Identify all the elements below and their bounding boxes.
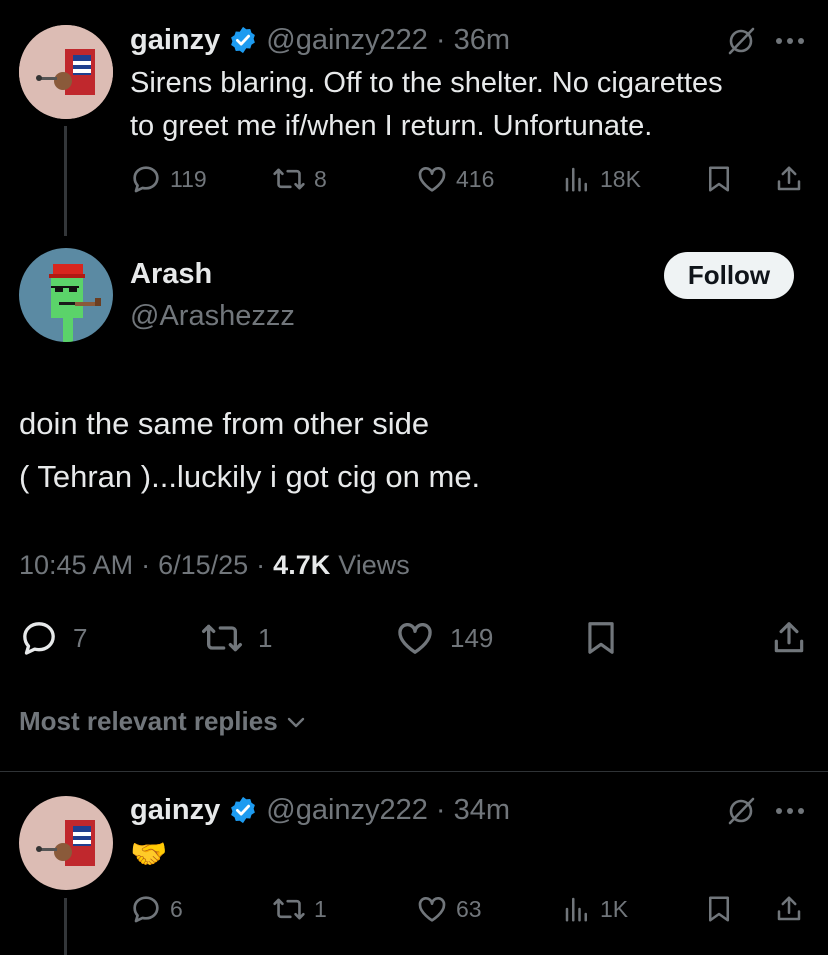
like-icon	[398, 622, 432, 654]
retweet-icon	[273, 898, 305, 920]
tweet1-like-button[interactable]: 416	[416, 163, 494, 195]
main-retweet-button[interactable]: 1	[200, 618, 272, 658]
tweet1-retweet-count: 8	[314, 165, 327, 192]
main-text-line1: doin the same from other side	[19, 406, 430, 441]
tweet1-timestamp[interactable]: 36m	[454, 24, 510, 57]
share-icon[interactable]	[774, 163, 804, 195]
main-date[interactable]: 6/15/25	[158, 550, 248, 581]
bookmark-icon[interactable]	[704, 163, 734, 195]
grok-icon[interactable]	[726, 26, 756, 56]
main-tweet-meta: 10:45 AM · 6/15/25 · 4.7K Views	[19, 550, 410, 581]
reply1-timestamp[interactable]: 34m	[454, 794, 510, 827]
reply1-emoji: 🤝	[130, 838, 168, 871]
reply-thread-line	[64, 898, 67, 955]
tweet1-handle[interactable]: @gainzy222	[266, 24, 428, 57]
tweet1-reply-count: 119	[170, 165, 207, 192]
tweet1-reply-button[interactable]: 119	[130, 163, 207, 195]
main-author-name[interactable]: Arash	[130, 258, 212, 291]
tweet1-text-line1: Sirens blaring. Off to the shelter. No c…	[130, 67, 723, 99]
share-icon[interactable]	[770, 618, 808, 658]
verified-badge-icon	[231, 796, 256, 824]
main-meta-sep1: ·	[141, 550, 151, 580]
retweet-icon	[202, 624, 242, 652]
sort-replies-label: Most relevant replies	[19, 706, 278, 736]
main-retweet-count: 1	[258, 622, 273, 653]
main-like-count: 149	[450, 622, 494, 653]
tweet1-separator: ·	[435, 23, 446, 56]
reply-gainzy-avatar[interactable]	[19, 796, 113, 890]
more-icon[interactable]	[774, 806, 806, 816]
reply1-handle[interactable]: @gainzy222	[266, 794, 428, 827]
section-divider	[0, 771, 828, 772]
tweet1-views-button[interactable]: 18K	[562, 163, 641, 195]
main-time[interactable]: 10:45 AM	[19, 550, 133, 581]
share-icon[interactable]	[774, 893, 804, 925]
tweet1-views-count: 18K	[600, 165, 641, 192]
grok-icon[interactable]	[726, 796, 756, 826]
tweet1-text: Sirens blaring. Off to the shelter. No c…	[130, 62, 820, 148]
reply1-header: gainzy @gainzy222 · 34m	[130, 790, 510, 830]
main-views-label[interactable]: Views	[338, 550, 410, 581]
retweet-icon	[273, 168, 305, 190]
reply1-views-button[interactable]: 1K	[562, 893, 628, 925]
reply1-retweet-count: 1	[314, 895, 327, 922]
reply1-reply-button[interactable]: 6	[130, 893, 183, 925]
like-icon	[418, 897, 446, 922]
main-meta-sep2: ·	[256, 550, 266, 580]
views-icon	[565, 897, 587, 922]
reply1-reply-count: 6	[170, 895, 183, 922]
reply1-like-count: 63	[456, 895, 482, 922]
arash-avatar[interactable]	[19, 248, 113, 342]
tweet1-retweet-button[interactable]: 8	[272, 163, 327, 195]
main-author-handle[interactable]: @Arashezzz	[130, 300, 295, 333]
main-reply-button[interactable]: 7	[19, 618, 87, 658]
bookmark-icon[interactable]	[704, 893, 734, 925]
views-icon	[565, 167, 587, 192]
tweet1-author-name[interactable]: gainzy	[130, 24, 220, 57]
main-like-button[interactable]: 149	[394, 618, 493, 658]
tweet1-like-count: 416	[456, 165, 495, 192]
chevron-down-icon	[287, 717, 304, 727]
reply1-separator: ·	[435, 793, 446, 826]
thread-connector-line	[64, 126, 67, 236]
main-text-line2: ( Tehran )...luckily i got cig on me.	[19, 459, 481, 494]
main-views-count: 4.7K	[273, 550, 331, 580]
reply1-views-count: 1K	[600, 895, 629, 922]
follow-button[interactable]: Follow	[664, 252, 794, 299]
reply-icon	[133, 166, 159, 193]
bookmark-icon[interactable]	[582, 618, 620, 658]
reply1-author-name[interactable]: gainzy	[130, 794, 220, 827]
main-reply-count: 7	[73, 622, 88, 653]
main-tweet-text: doin the same from other side ( Tehran )…	[19, 397, 799, 503]
reply-icon	[133, 896, 159, 923]
tweet1-text-line2: to greet me if/when I return. Unfortunat…	[130, 110, 653, 142]
more-icon[interactable]	[774, 36, 806, 46]
verified-badge-icon	[231, 26, 256, 54]
reply1-like-button[interactable]: 63	[416, 893, 482, 925]
tweet1-header: gainzy @gainzy222 · 36m	[130, 20, 510, 60]
sort-replies-dropdown[interactable]: Most relevant replies	[19, 706, 308, 737]
like-icon	[418, 167, 446, 192]
gainzy-avatar[interactable]	[19, 25, 113, 119]
reply1-retweet-button[interactable]: 1	[272, 893, 327, 925]
reply-icon	[23, 622, 55, 655]
